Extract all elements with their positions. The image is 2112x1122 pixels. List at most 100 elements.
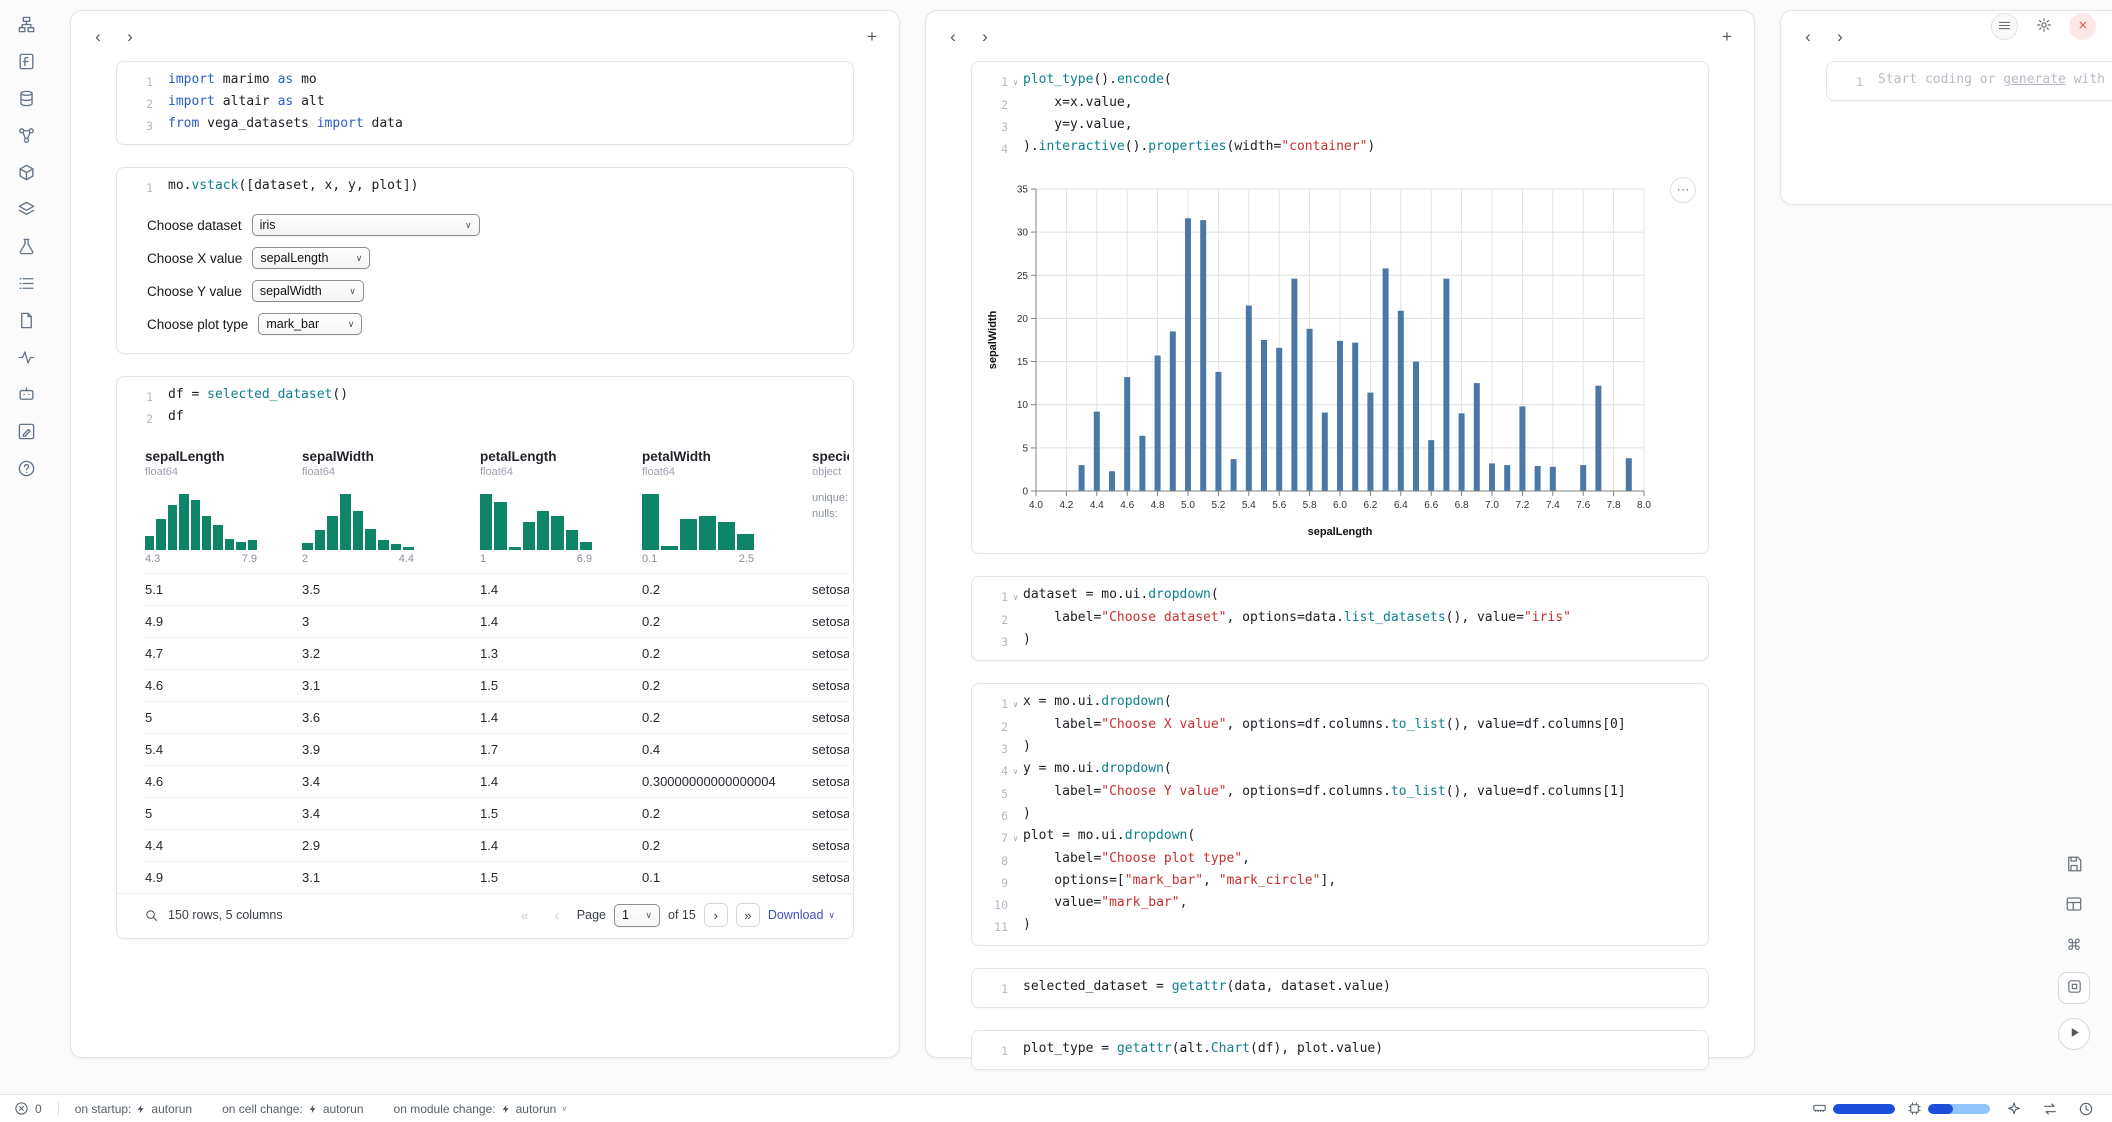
file-tree-icon[interactable] [14,12,38,36]
column-prev-button[interactable]: ‹ [85,23,111,49]
docs-icon[interactable] [14,308,38,332]
search-icon[interactable] [143,907,159,923]
packages-icon[interactable] [14,160,38,184]
code-line[interactable]: 2import altair as alt [127,92,843,114]
table-row[interactable]: 5.13.51.40.2setosa [145,574,849,606]
column-header[interactable]: sepalLengthfloat644.37.9 [145,441,302,574]
code-line[interactable]: 1mo.vstack([dataset, x, y, plot]) [127,176,843,198]
fold-icon[interactable]: ∨ [1008,70,1023,93]
code-editor[interactable]: 1∨dataset = mo.ui.dropdown(2 label="Choo… [972,577,1708,660]
code-line[interactable]: 1plot_type = getattr(alt.Chart(df), plot… [982,1039,1698,1061]
table-row[interactable]: 4.63.11.50.2setosa [145,670,849,702]
code-line[interactable]: 3from vega_datasets import data [127,114,843,136]
code-line[interactable]: 1import marimo as mo [127,70,843,92]
next-page-button[interactable]: › [704,903,728,927]
editor-placeholder[interactable]: Start coding or generate with AI [1878,70,2112,92]
column-next-button[interactable]: › [972,23,998,49]
column-next-button[interactable]: › [117,23,143,49]
x-value-select[interactable]: sepalLength∨ [252,247,370,269]
app-view-button[interactable] [2058,972,2090,1004]
code-editor[interactable]: 1mo.vstack([dataset, x, y, plot]) [117,168,853,206]
code-line[interactable]: 3 y=y.value, [982,115,1698,137]
table-row[interactable]: 4.63.41.40.30000000000000004setosa [145,766,849,798]
code-line[interactable]: 3) [982,630,1698,652]
code-editor[interactable]: 1∨plot_type().encode(2 x=x.value,3 y=y.v… [972,62,1708,167]
help-icon[interactable] [14,456,38,480]
table-row[interactable]: 4.42.91.40.2setosa [145,830,849,862]
table-row[interactable]: 53.61.40.2setosa [145,702,849,734]
datasets-icon[interactable] [14,86,38,110]
code-editor[interactable]: 1plot_type = getattr(alt.Chart(df), plot… [972,1031,1708,1069]
last-page-button[interactable]: » [736,903,760,927]
code-line[interactable]: 6) [982,804,1698,826]
fold-icon[interactable]: ∨ [1008,692,1023,715]
code-line[interactable]: 1∨dataset = mo.ui.dropdown( [982,585,1698,608]
code-line[interactable]: 4).interactive().properties(width="conta… [982,137,1698,159]
column-header[interactable]: speciesobjectunique:nulls: [812,441,849,574]
plot-type-select[interactable]: mark_bar∨ [258,313,362,335]
code-line[interactable]: 5 label="Choose Y value", options=df.col… [982,782,1698,804]
prev-page-button[interactable]: ‹ [545,903,569,927]
autorun-setting[interactable]: on cell change:autorun [222,1102,363,1116]
cpu-meter[interactable] [1907,1101,1990,1116]
code-line[interactable]: 2 label="Choose dataset", options=data.l… [982,608,1698,630]
code-line[interactable]: 10 value="mark_bar", [982,893,1698,915]
close-button[interactable] [2069,13,2096,40]
code-line[interactable]: 7∨plot = mo.ui.dropdown( [982,826,1698,849]
y-value-select[interactable]: sepalWidth∨ [252,280,364,302]
add-cell-button[interactable]: + [1714,23,1740,49]
page-select[interactable]: 1 ∨ [614,904,660,927]
column-prev-button[interactable]: ‹ [940,23,966,49]
column-prev-button[interactable]: ‹ [1795,23,1821,49]
code-editor[interactable]: 1df = selected_dataset()2df [117,377,853,437]
keyboard-shortcuts-button[interactable]: ⌘ [2061,932,2087,958]
code-line[interactable]: 9 options=["mark_bar", "mark_circle"], [982,871,1698,893]
history-icon[interactable] [2074,1097,2098,1121]
settings-button[interactable] [2030,13,2057,40]
autorun-setting[interactable]: on module change:autorun∨ [394,1102,568,1116]
snippets-icon[interactable] [14,49,38,73]
column-header[interactable]: sepalWidthfloat6424.4 [302,441,480,574]
table-row[interactable]: 4.931.40.2setosa [145,606,849,638]
download-button[interactable]: Download ∨ [768,908,835,922]
memory-meter[interactable] [1812,1101,1895,1116]
panel-layout-button[interactable] [2061,892,2087,918]
export-button[interactable] [2061,852,2087,878]
errors-button[interactable]: 0 [14,1101,42,1117]
dependencies-icon[interactable] [14,123,38,147]
swap-icon[interactable] [2038,1097,2062,1121]
first-page-button[interactable]: « [513,903,537,927]
code-editor[interactable]: 1 Start coding or generate with AI [1827,62,2112,100]
column-next-button[interactable]: › [1827,23,1853,49]
sparkle-icon[interactable] [2002,1097,2026,1121]
code-line[interactable]: 2df [127,407,843,429]
code-line[interactable]: 1selected_dataset = getattr(data, datase… [982,977,1698,999]
code-line[interactable]: 8 label="Choose plot type", [982,849,1698,871]
code-line[interactable]: 11) [982,915,1698,937]
code-line[interactable]: 2 x=x.value, [982,93,1698,115]
generate-link[interactable]: generate [2003,72,2066,87]
code-line[interactable]: 1∨plot_type().encode( [982,70,1698,93]
menu-button[interactable] [1991,13,2018,40]
run-all-button[interactable] [2058,1018,2090,1050]
table-row[interactable]: 4.73.21.30.2setosa [145,638,849,670]
table-row[interactable]: 5.43.91.70.4setosa [145,734,849,766]
chat-icon[interactable] [14,382,38,406]
column-header[interactable]: petalLengthfloat6416.9 [480,441,642,574]
code-editor[interactable]: 1selected_dataset = getattr(data, datase… [972,969,1708,1007]
code-line[interactable]: 2 label="Choose X value", options=df.col… [982,715,1698,737]
tracing-icon[interactable] [14,345,38,369]
autorun-setting[interactable]: on startup:autorun [75,1102,192,1116]
add-cell-button[interactable]: + [859,23,885,49]
outline-icon[interactable] [14,271,38,295]
lab-icon[interactable] [14,234,38,258]
scratchpad-icon[interactable] [14,419,38,443]
column-header[interactable]: petalWidthfloat640.12.5 [642,441,812,574]
table-row[interactable]: 4.93.11.50.1setosa [145,862,849,894]
code-line[interactable]: 3) [982,737,1698,759]
dataset-select[interactable]: iris∨ [252,214,480,236]
table-row[interactable]: 53.41.50.2setosa [145,798,849,830]
code-line[interactable]: 1df = selected_dataset() [127,385,843,407]
chart-menu-button[interactable]: ⋯ [1670,177,1696,203]
fold-icon[interactable]: ∨ [1008,585,1023,608]
